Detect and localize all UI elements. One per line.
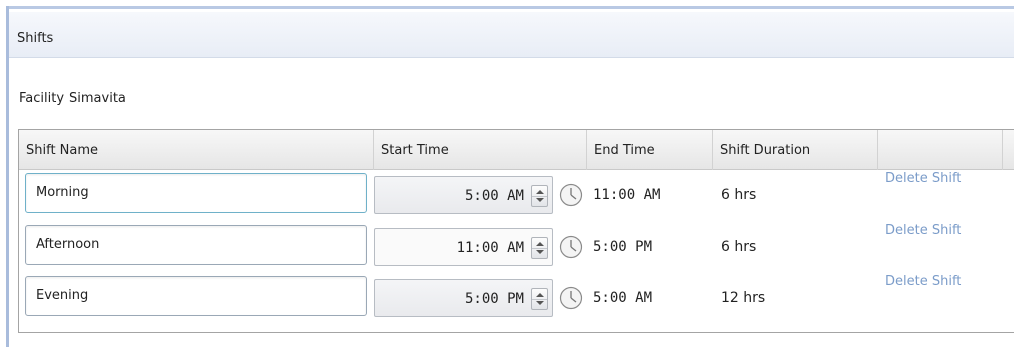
- delete-shift-link[interactable]: Delete Shift: [885, 171, 961, 186]
- start-time-value[interactable]: 5:00 PM: [465, 280, 524, 318]
- end-time-value: 5:00 AM: [593, 290, 653, 306]
- spin-updown-icon[interactable]: [531, 288, 548, 310]
- shift-name-input[interactable]: Evening: [25, 276, 367, 316]
- table-row: Evening 5:00 PM 5:00 AM 12 hrs Delete Sh…: [19, 273, 1014, 323]
- shift-duration-value: 6 hrs: [721, 187, 757, 203]
- table-row: Afternoon 11:00 AM 5:00 PM 6 hrs Delete …: [19, 222, 1014, 272]
- spin-updown-icon[interactable]: [531, 185, 548, 207]
- spin-updown-icon[interactable]: [531, 237, 548, 259]
- delete-shift-link[interactable]: Delete Shift: [885, 223, 961, 238]
- column-header-shift-duration[interactable]: Shift Duration: [713, 130, 878, 170]
- grid-header: Shift Name Start Time End Time Shift Dur…: [19, 130, 1014, 170]
- column-header-shift-name[interactable]: Shift Name: [19, 130, 374, 170]
- column-header-actions: [878, 130, 1003, 170]
- start-time-picker[interactable]: 5:00 PM: [374, 279, 553, 317]
- start-time-picker[interactable]: 11:00 AM: [374, 228, 553, 266]
- facility-value: Simavita: [69, 91, 126, 106]
- clock-icon[interactable]: [559, 235, 583, 259]
- start-time-value[interactable]: 5:00 AM: [465, 177, 524, 215]
- table-row: Morning 5:00 AM 11:00 AM 6 hrs Delete Sh…: [19, 170, 1014, 220]
- facility-row: Facility Simavita: [19, 91, 126, 106]
- panel-header: [9, 12, 1014, 58]
- end-time-value: 5:00 PM: [593, 239, 653, 255]
- facility-label: Facility: [19, 91, 65, 106]
- clock-icon[interactable]: [559, 286, 583, 310]
- column-header-start-time[interactable]: Start Time: [374, 130, 587, 170]
- delete-shift-link[interactable]: Delete Shift: [885, 274, 961, 289]
- clock-icon[interactable]: [559, 183, 583, 207]
- start-time-value[interactable]: 11:00 AM: [457, 229, 524, 267]
- shift-name-input[interactable]: Afternoon: [25, 225, 367, 265]
- column-header-end-time[interactable]: End Time: [587, 130, 713, 170]
- shifts-grid: Shift Name Start Time End Time Shift Dur…: [18, 129, 1014, 333]
- page-title: Shifts: [17, 31, 54, 46]
- shift-duration-value: 12 hrs: [721, 290, 766, 306]
- shifts-window: Shifts Facility Simavita Shift Name Start…: [0, 0, 1014, 347]
- window-top-border: [6, 6, 1014, 9]
- shift-duration-value: 6 hrs: [721, 239, 757, 255]
- start-time-picker[interactable]: 5:00 AM: [374, 176, 553, 214]
- shift-name-input[interactable]: Morning: [25, 173, 367, 213]
- end-time-value: 11:00 AM: [593, 187, 661, 203]
